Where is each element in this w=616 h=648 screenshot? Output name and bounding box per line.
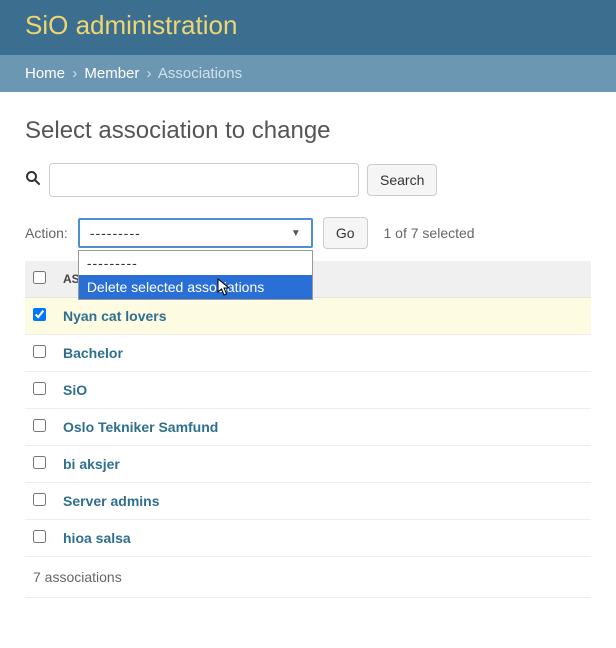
row-name-cell: Bachelor — [55, 335, 591, 372]
breadcrumb: Home › Member › Associations — [0, 55, 616, 92]
row-checkbox-cell — [25, 335, 55, 372]
row-name-cell: SiO — [55, 372, 591, 409]
row-checkbox-cell — [25, 409, 55, 446]
breadcrumb-sep: › — [144, 65, 155, 82]
actions-label: Action: — [25, 225, 68, 241]
go-button[interactable]: Go — [323, 217, 368, 249]
action-dropdown: --------- Delete selected associations — [78, 250, 313, 300]
row-checkbox[interactable] — [33, 456, 46, 469]
breadcrumb-home[interactable]: Home — [25, 65, 65, 82]
action-select-value: --------- — [90, 225, 141, 241]
row-checkbox[interactable] — [33, 345, 46, 358]
actions-row: Action: --------- ▼ --------- Delete sel… — [25, 217, 591, 249]
table-row: SiO — [25, 372, 591, 409]
search-input[interactable] — [49, 163, 359, 197]
row-checkbox-cell — [25, 483, 55, 520]
association-link[interactable]: Bachelor — [63, 345, 123, 361]
action-select-display[interactable]: --------- ▼ — [84, 222, 307, 244]
select-all-checkbox[interactable] — [33, 271, 46, 284]
action-option-delete[interactable]: Delete selected associations — [79, 275, 312, 299]
association-link[interactable]: Nyan cat lovers — [63, 308, 167, 324]
row-checkbox[interactable] — [33, 419, 46, 432]
association-link[interactable]: bi aksjer — [63, 456, 120, 472]
row-checkbox-cell — [25, 298, 55, 335]
table-row: Bachelor — [25, 335, 591, 372]
search-bar: Search — [25, 163, 591, 197]
table-summary: 7 associations — [25, 557, 591, 598]
row-checkbox[interactable] — [33, 530, 46, 543]
row-name-cell: Nyan cat lovers — [55, 298, 591, 335]
site-title: SiO administration — [25, 10, 591, 41]
associations-table: ASO Nyan cat loversBachelorSiOOslo Tekni… — [25, 261, 591, 557]
search-icon — [25, 170, 41, 191]
row-checkbox[interactable] — [33, 493, 46, 506]
row-checkbox-cell — [25, 446, 55, 483]
chevron-down-icon: ▼ — [291, 228, 301, 239]
association-link[interactable]: hioa salsa — [63, 530, 131, 546]
row-checkbox[interactable] — [33, 308, 46, 321]
action-option-delete-label: Delete selected associations — [87, 279, 264, 295]
table-row: bi aksjer — [25, 446, 591, 483]
row-name-cell: Oslo Tekniker Samfund — [55, 409, 591, 446]
selection-info: 1 of 7 selected — [384, 225, 475, 241]
breadcrumb-sep: › — [69, 65, 80, 82]
breadcrumb-member[interactable]: Member — [84, 65, 139, 82]
table-row: Server admins — [25, 483, 591, 520]
association-link[interactable]: Server admins — [63, 493, 160, 509]
header-branding: SiO administration — [0, 0, 616, 55]
table-row: hioa salsa — [25, 520, 591, 557]
association-link[interactable]: SiO — [63, 382, 87, 398]
row-name-cell: hioa salsa — [55, 520, 591, 557]
header-checkbox-cell — [25, 261, 55, 298]
breadcrumb-current: Associations — [158, 65, 242, 82]
row-checkbox-cell — [25, 520, 55, 557]
row-name-cell: bi aksjer — [55, 446, 591, 483]
search-button[interactable]: Search — [367, 164, 437, 196]
row-name-cell: Server admins — [55, 483, 591, 520]
action-option-blank[interactable]: --------- — [79, 251, 312, 275]
page-title: Select association to change — [25, 117, 591, 145]
table-row: Oslo Tekniker Samfund — [25, 409, 591, 446]
row-checkbox[interactable] — [33, 382, 46, 395]
association-link[interactable]: Oslo Tekniker Samfund — [63, 419, 218, 435]
action-select[interactable]: --------- ▼ --------- Delete selected as… — [78, 218, 313, 248]
content: Select association to change Search Acti… — [0, 92, 616, 623]
table-row: Nyan cat lovers — [25, 298, 591, 335]
row-checkbox-cell — [25, 372, 55, 409]
